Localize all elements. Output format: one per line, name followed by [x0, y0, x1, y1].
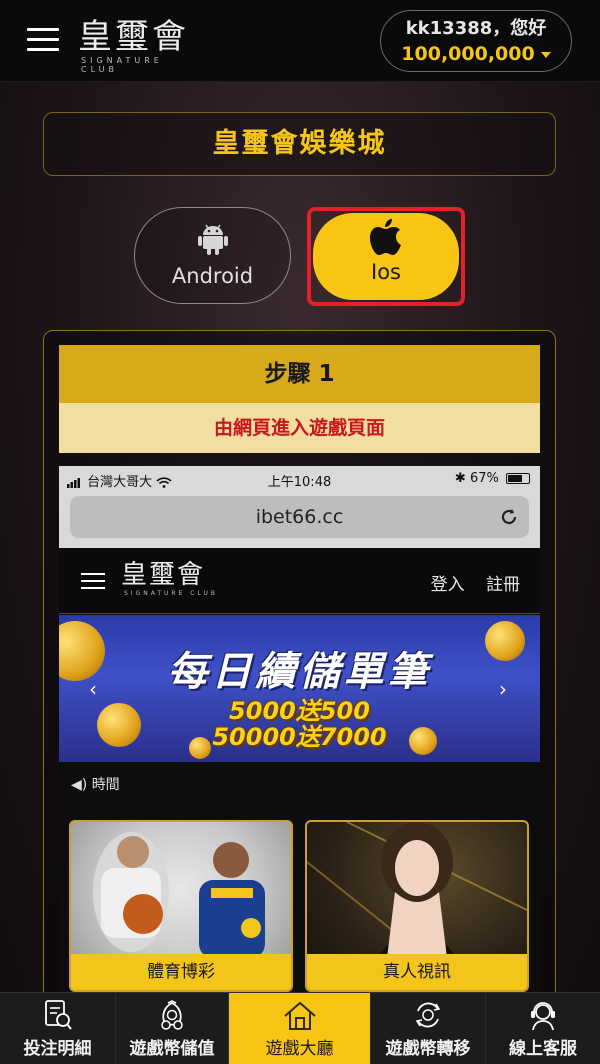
status-right: ✱ 67% [455, 471, 530, 486]
battery-icon [506, 473, 530, 484]
battery-percent: 67% [469, 471, 499, 486]
auth-links-preview: 登入 註冊 [415, 570, 520, 595]
nav-game-lobby[interactable]: 遊戲大廳 [229, 993, 371, 1064]
nav-label: 遊戲幣轉移 [385, 1039, 471, 1059]
nav-label: 遊戲幣儲值 [129, 1039, 215, 1059]
banner-offer-2: 50000送7000 [212, 723, 387, 751]
nav-label: 遊戲大廳 [265, 1039, 334, 1059]
browser-toolbar: ibet66.cc [59, 492, 540, 548]
live-dealer-image [307, 822, 527, 959]
nav-coin-transfer[interactable]: 遊戲幣轉移 [371, 993, 486, 1064]
live-casino-card: 真人視訊 [305, 820, 529, 992]
promo-banner: ‹ › 每日續儲單筆 5000送500 50000送7000 [59, 615, 540, 762]
logo-text: 皇璽會 [121, 560, 206, 590]
url-text: ibet66.cc [255, 506, 344, 528]
home-icon [283, 1001, 316, 1030]
site-header-preview: 皇璽會 SIGNATURE CLUB 登入 註冊 [59, 548, 540, 614]
transfer-icon [415, 1002, 441, 1028]
user-greeting: kk13388，您好 [405, 18, 547, 39]
betting-record-icon [44, 1000, 72, 1030]
nav-label: 投注明細 [23, 1039, 92, 1059]
sports-label: 體育博彩 [71, 954, 291, 990]
top-header: 皇璽會 SIGNATURE CLUB kk13388，您好 100,000,00… [0, 0, 600, 82]
tutorial-screenshot: 台灣大哥大 上午10:48 ✱ 67% ibet66.cc 皇璽會 SIGNAT… [59, 466, 540, 992]
nav-coin-deposit[interactable]: 遊戲幣儲值 [116, 993, 229, 1064]
chevron-down-icon [540, 51, 551, 58]
login-link: 登入 [430, 575, 465, 595]
live-casino-label: 真人視訊 [307, 954, 527, 990]
announcement-bar: ◀) 時間 [59, 762, 540, 808]
sports-card: 體育博彩 [69, 820, 293, 992]
menu-icon [81, 573, 105, 589]
apple-icon [370, 219, 401, 255]
banner-title: 每日續儲單筆 [167, 649, 432, 695]
nav-betting-record[interactable]: 投注明細 [0, 993, 116, 1064]
nav-customer-service[interactable]: 線上客服 [486, 993, 600, 1064]
android-icon [197, 224, 228, 255]
bottom-navigation: 投注明細 遊戲幣儲值 遊戲大廳 遊戲幣轉移 線上客服 [0, 992, 600, 1064]
logo-subtitle: SIGNATURE CLUB [81, 56, 163, 74]
logo-text: 皇璽會 [78, 17, 189, 57]
step-title: 步驟 1 [59, 345, 540, 403]
site-logo[interactable]: 皇璽會 SIGNATURE CLUB [78, 17, 198, 74]
speaker-icon: ◀) [71, 777, 88, 793]
url-bar: ibet66.cc [70, 496, 529, 538]
step-instruction: 由網頁進入遊戲頁面 [59, 403, 540, 453]
logo-subtitle: SIGNATURE CLUB [124, 590, 219, 597]
bluetooth-icon: ✱ [454, 471, 466, 486]
reload-icon [501, 509, 517, 525]
site-logo-preview: 皇璽會 SIGNATURE CLUB [121, 560, 218, 597]
android-label: Android [171, 264, 254, 288]
user-account-dropdown[interactable]: kk13388，您好 100,000,000 [380, 10, 572, 72]
announcement-text: 時間 [91, 777, 120, 793]
coin-deposit-icon [161, 1000, 183, 1030]
balance-value: 100,000,000 [401, 43, 535, 65]
customer-service-icon [531, 1002, 555, 1031]
page-title: 皇璽會娛樂城 [43, 112, 556, 176]
phone-status-bar: 台灣大哥大 上午10:48 ✱ 67% [59, 466, 540, 492]
ios-label: Ios [371, 260, 401, 284]
ios-button[interactable]: Ios [313, 213, 459, 300]
sports-players-image [93, 832, 265, 958]
android-button[interactable]: Android [134, 207, 291, 304]
menu-icon[interactable] [27, 28, 59, 52]
register-link: 註冊 [486, 575, 520, 595]
nav-label: 線上客服 [509, 1039, 577, 1059]
balance-display: 100,000,000 [381, 42, 571, 66]
